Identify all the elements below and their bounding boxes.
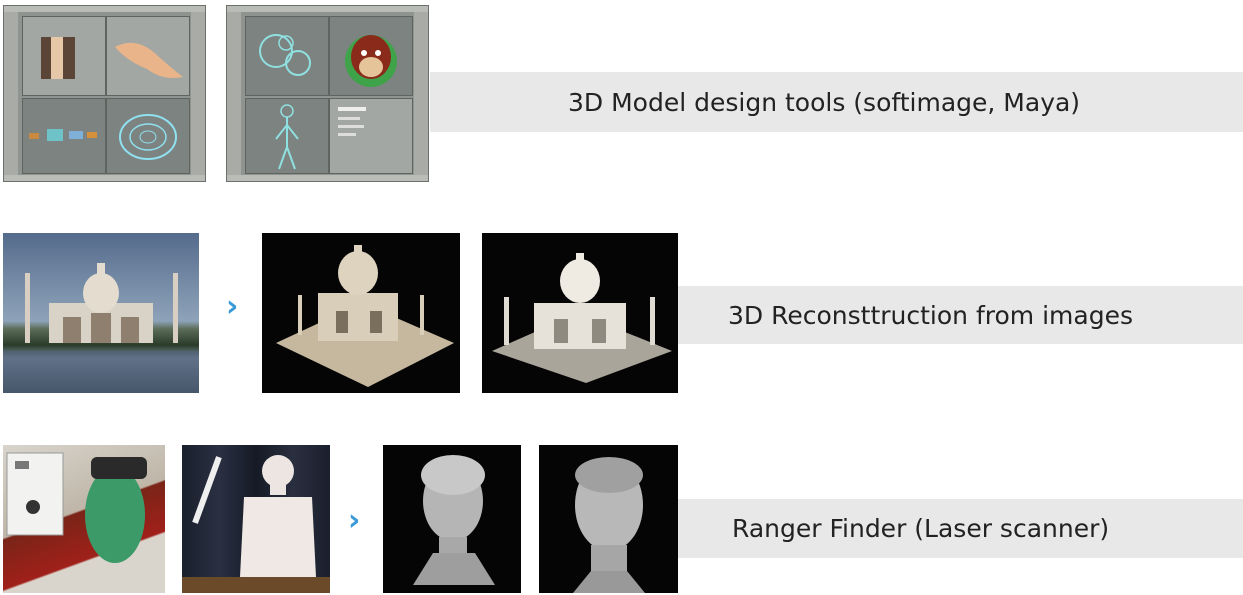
wireframe-figure-icon — [275, 104, 299, 170]
row-label-text: Ranger Finder (Laser scanner) — [732, 514, 1110, 543]
wireframe-head-icon — [119, 114, 177, 160]
row-label-design-tools: 3D Model design tools (softimage, Maya) — [430, 72, 1243, 132]
monkey-character-icon — [345, 35, 397, 87]
arrow-right-icon: › — [348, 503, 361, 538]
viewport-shape-icon — [41, 37, 75, 79]
taj-mahal-photo — [3, 233, 199, 393]
attribute-panel-icon — [338, 107, 366, 136]
arrow-right-icon: › — [226, 289, 239, 324]
flat-model-icon — [276, 245, 454, 387]
scanned-male-head — [539, 445, 678, 593]
row-label-text: 3D Reconsttruction from images — [728, 300, 1133, 330]
hand-model-icon — [115, 42, 183, 78]
laser-scanner-icon — [6, 452, 147, 563]
shaded-model-icon — [492, 253, 672, 383]
row-label-text: 3D Model design tools (softimage, Maya) — [568, 87, 1081, 117]
taj-mahal-shaded-model — [482, 233, 678, 393]
row-label-reconstruction: 3D Reconsttruction from images — [678, 286, 1243, 344]
handheld-scanner-torso — [182, 445, 330, 593]
taj-mahal-flat-model — [262, 233, 460, 393]
maya-screenshot — [226, 5, 429, 182]
schematic-icon — [29, 129, 97, 141]
laser-scanner-device — [3, 445, 165, 593]
taj-mahal-icon — [3, 263, 199, 393]
torso-scan-icon — [182, 455, 330, 593]
wireframe-creature-icon — [259, 34, 311, 76]
male-head-icon — [573, 457, 645, 593]
female-bust-icon — [413, 455, 495, 585]
row-label-range-finder: Ranger Finder (Laser scanner) — [678, 499, 1243, 558]
softimage-screenshot — [3, 5, 206, 182]
scanned-female-bust — [383, 445, 521, 593]
